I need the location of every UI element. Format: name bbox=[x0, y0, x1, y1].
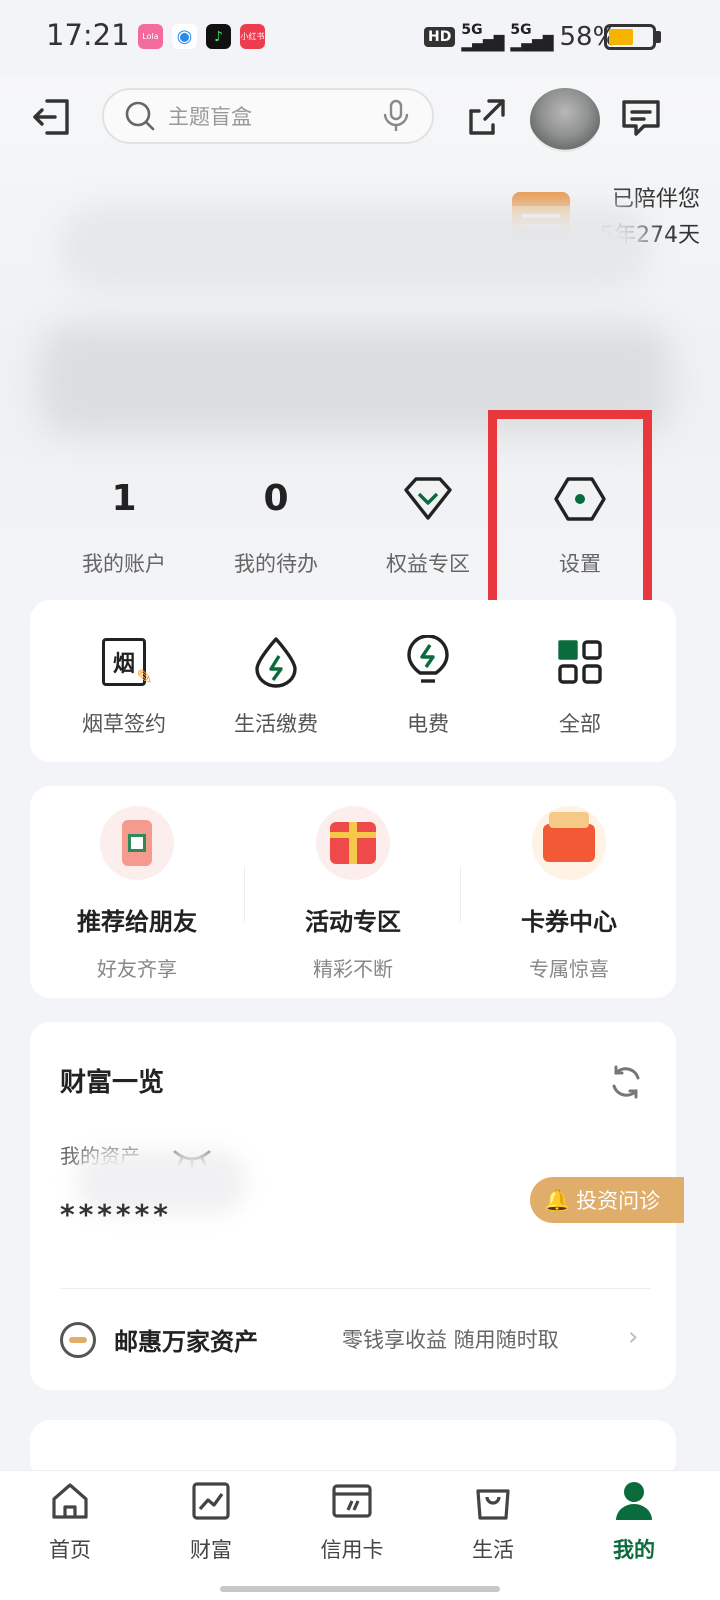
coupon-box-icon bbox=[532, 806, 606, 880]
divider bbox=[60, 1288, 650, 1289]
phone-qr-icon bbox=[100, 806, 174, 880]
notification-browser-icon: ◉ bbox=[172, 24, 197, 49]
share-screen-icon[interactable] bbox=[464, 94, 510, 140]
exit-icon[interactable] bbox=[28, 94, 74, 140]
promo-coupon-center[interactable]: 卡券中心 专属惊喜 bbox=[462, 806, 676, 982]
my-todos[interactable]: 0 我的待办 bbox=[200, 470, 352, 578]
hd-icon: HD bbox=[424, 27, 456, 47]
bell-icon: 🔔 bbox=[544, 1187, 571, 1212]
status-time: 17:21 bbox=[46, 18, 130, 52]
lightbulb-icon bbox=[352, 630, 504, 694]
promo-recommend-friends[interactable]: 推荐给朋友 好友齐享 bbox=[30, 806, 244, 982]
search-placeholder: 主题盲盒 bbox=[168, 105, 252, 129]
home-indicator bbox=[220, 1586, 500, 1592]
my-accounts[interactable]: 1 我的账户 bbox=[48, 470, 200, 578]
status-icons: HD 5G ▂▄▆█ 5G ▂▄▆█ 58% bbox=[424, 22, 617, 52]
settings-highlight-box bbox=[488, 410, 652, 618]
nav-wealth[interactable]: 财富 bbox=[151, 1478, 271, 1564]
shopping-bag-icon bbox=[433, 1478, 553, 1524]
avatar[interactable] bbox=[530, 88, 600, 152]
microphone-icon[interactable] bbox=[382, 99, 410, 133]
message-icon[interactable] bbox=[618, 94, 664, 140]
notification-music-icon: ♪ bbox=[206, 24, 231, 49]
notification-xiaohongshu-icon: 小红书 bbox=[240, 24, 265, 49]
chart-trend-icon bbox=[151, 1478, 271, 1524]
water-drop-lightning-icon bbox=[200, 630, 352, 694]
nav-life[interactable]: 生活 bbox=[433, 1478, 553, 1564]
youhui-description[interactable]: 零钱享收益 随用随时取 bbox=[342, 1324, 559, 1354]
asset-value: ****** bbox=[60, 1198, 172, 1231]
service-tobacco-contract[interactable]: 烟 ✎ 烟草签约 bbox=[48, 630, 200, 738]
search-input[interactable]: 主题盲盒 bbox=[102, 88, 434, 144]
nav-home[interactable]: 首页 bbox=[10, 1478, 130, 1564]
benefits-zone[interactable]: 权益专区 bbox=[352, 470, 504, 578]
chevron-right-icon[interactable]: › bbox=[628, 1322, 638, 1352]
user-icon bbox=[574, 1478, 694, 1524]
notification-app-icon: Lola bbox=[138, 24, 163, 49]
battery-tip bbox=[656, 31, 661, 43]
service-all[interactable]: 全部 bbox=[504, 630, 656, 738]
grid-icon bbox=[504, 630, 656, 694]
home-icon bbox=[10, 1478, 130, 1524]
service-life-payment[interactable]: 生活缴费 bbox=[200, 630, 352, 738]
nav-mine[interactable]: 我的 bbox=[574, 1478, 694, 1564]
wealth-title: 财富一览 bbox=[60, 1068, 165, 1098]
diamond-icon bbox=[352, 470, 504, 528]
credit-card-icon bbox=[292, 1478, 412, 1524]
profile-info-blurred bbox=[60, 205, 650, 290]
divider bbox=[244, 866, 245, 922]
nav-credit-card[interactable]: 信用卡 bbox=[292, 1478, 412, 1564]
divider bbox=[460, 866, 461, 922]
service-electricity[interactable]: 电费 bbox=[352, 630, 504, 738]
invest-consult-button[interactable]: 🔔 投资问诊 bbox=[530, 1177, 684, 1223]
signal-icon-2: 5G ▂▄▆█ bbox=[510, 22, 554, 52]
signal-icon: 5G ▂▄▆█ bbox=[461, 22, 505, 52]
search-icon bbox=[125, 101, 155, 131]
battery-icon bbox=[604, 24, 656, 50]
refresh-icon[interactable] bbox=[604, 1060, 648, 1104]
tobacco-contract-icon: 烟 ✎ bbox=[48, 630, 200, 694]
youhui-title[interactable]: 邮惠万家资产 bbox=[114, 1322, 258, 1357]
youhui-logo-icon bbox=[60, 1322, 96, 1358]
gift-icon bbox=[316, 806, 390, 880]
promo-activity-zone[interactable]: 活动专区 精彩不断 bbox=[246, 806, 460, 982]
status-bar: 17:21 Lola ◉ ♪ 小红书 HD 5G ▂▄▆█ 5G ▂▄▆█ 58% bbox=[0, 0, 720, 76]
